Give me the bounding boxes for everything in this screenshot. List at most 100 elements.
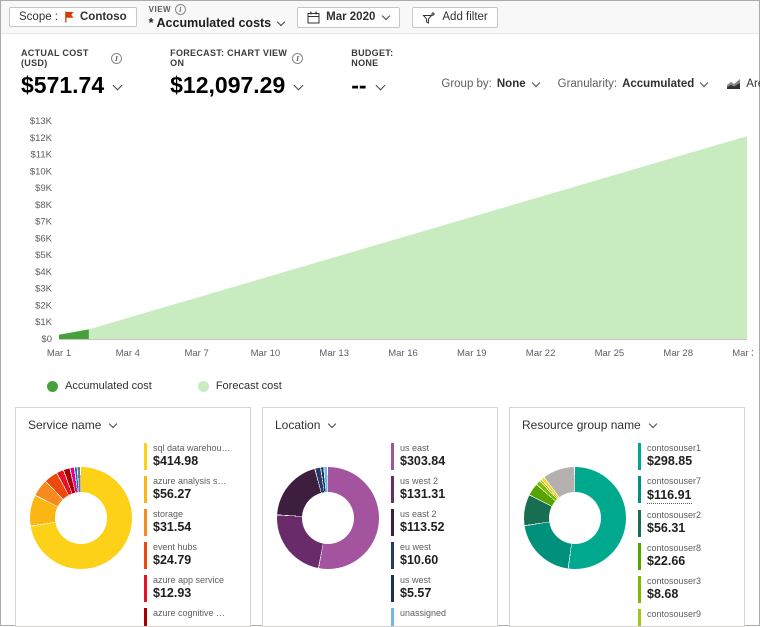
donut-chart-location[interactable] xyxy=(277,467,379,569)
panel-legend-item[interactable]: azure cognitive … xyxy=(144,608,240,627)
legend-item-name: contosouser8 xyxy=(647,543,701,553)
legend-color-bar xyxy=(391,575,394,602)
panel-legend: contosouser1$298.85contosouser7$116.91co… xyxy=(626,443,734,627)
panel-legend-item[interactable]: contosouser8$22.66 xyxy=(638,543,734,570)
x-axis-label: Mar 25 xyxy=(595,348,625,359)
group-by-dropdown[interactable]: Group by: None xyxy=(441,78,539,90)
legend-text: us west 2$131.31 xyxy=(400,476,445,503)
legend-item-name: us west 2 xyxy=(400,476,445,486)
chevron-down-icon xyxy=(109,419,117,427)
view-dropdown[interactable]: * Accumulated costs xyxy=(149,16,286,30)
y-axis-label: $10K xyxy=(30,166,53,177)
donut-chart-service-name[interactable] xyxy=(30,467,132,569)
legend-item-name: storage xyxy=(153,509,191,519)
panel-legend-item[interactable]: contosouser3$8.68 xyxy=(638,576,734,603)
legend-text: contosouser9 xyxy=(647,609,701,627)
panel-legend-item[interactable]: contosouser7 $116.91 xyxy=(638,476,734,504)
legend-item-name: unassigned xyxy=(400,608,446,618)
legend-text: sql data warehou…$414.98 xyxy=(153,443,231,470)
panel-title-dropdown[interactable]: Resource group name xyxy=(510,408,744,438)
panel-legend-item[interactable]: contosouser9 xyxy=(638,609,734,627)
info-icon[interactable]: i xyxy=(292,53,303,64)
chevron-down-icon xyxy=(113,81,123,91)
panel-legend-item[interactable]: sql data warehou…$414.98 xyxy=(144,443,240,470)
panel-legend-item[interactable]: contosouser1$298.85 xyxy=(638,443,734,470)
legend-text: us west$5.57 xyxy=(400,575,431,602)
panel-body: sql data warehou…$414.98 azure analysis s… xyxy=(16,438,250,627)
panel-legend-item[interactable]: azure app service$12.93 xyxy=(144,575,240,602)
legend-color-bar xyxy=(391,509,394,536)
chevron-down-icon xyxy=(382,11,390,19)
legend-item-value: $8.68 xyxy=(647,587,701,601)
legend-item-value: $303.84 xyxy=(400,454,445,468)
y-axis-label: $5K xyxy=(35,250,53,261)
kpi-label-row: BUDGET: NONE xyxy=(351,48,393,68)
legend-text: unassigned xyxy=(400,608,446,627)
panel-legend-item[interactable]: us east 2$113.52 xyxy=(391,509,487,536)
legend-text: azure cognitive … xyxy=(153,608,225,627)
view-value: * Accumulated costs xyxy=(149,16,272,30)
panel-legend-item[interactable]: unassigned xyxy=(391,608,487,627)
legend-item-name: azure analysis s… xyxy=(153,476,227,486)
panel-location: Location us east$303.84us west 2$131.31u… xyxy=(262,407,498,627)
info-icon[interactable]: i xyxy=(111,53,122,64)
calendar-icon xyxy=(307,11,320,24)
legend-item-value: $10.60 xyxy=(400,553,438,567)
kpi-budget: BUDGET: NONE -- xyxy=(351,48,393,99)
kpi-value-dropdown[interactable]: $571.74 xyxy=(21,72,122,99)
legend-item-name: us west xyxy=(400,575,431,585)
y-axis-label: $1K xyxy=(35,317,53,328)
add-filter-button[interactable]: Add filter xyxy=(412,7,497,28)
y-axis-label: $2K xyxy=(35,300,53,311)
granularity-dropdown[interactable]: Granularity: Accumulated xyxy=(558,78,709,90)
cost-chart-region: $0$1K$2K$3K$4K$5K$6K$7K$8K$9K$10K$11K$12… xyxy=(1,101,759,368)
x-axis-label: Mar 7 xyxy=(184,348,208,359)
panel-title-dropdown[interactable]: Service name xyxy=(16,408,250,438)
kpi-value: $571.74 xyxy=(21,72,104,99)
granularity-label: Granularity: xyxy=(558,78,617,90)
legend-item-name: contosouser2 xyxy=(647,510,701,520)
legend-item[interactable]: Forecast cost xyxy=(198,380,282,392)
add-filter-label: Add filter xyxy=(442,11,487,23)
panel-body: us east$303.84 us west 2$131.31 us east 2$… xyxy=(263,438,497,627)
panel-legend-item[interactable]: event hubs$24.79 xyxy=(144,542,240,569)
legend-color-bar xyxy=(144,608,147,627)
legend-text: event hubs$24.79 xyxy=(153,542,197,569)
y-axis-label: $12K xyxy=(30,133,53,144)
legend-item-name: us east xyxy=(400,443,445,453)
panel-legend-item[interactable]: us east$303.84 xyxy=(391,443,487,470)
chart-type-dropdown[interactable]: Area xyxy=(726,78,760,90)
kpi-label: BUDGET: NONE xyxy=(351,48,393,68)
date-picker-button[interactable]: Mar 2020 xyxy=(297,7,400,28)
y-axis-label: $13K xyxy=(30,116,53,127)
x-axis-label: Mar 1 xyxy=(47,348,71,359)
chart-controls: Group by: None Granularity: Accumulated … xyxy=(441,78,760,99)
legend-item-name: contosouser3 xyxy=(647,576,701,586)
panel-legend-item[interactable]: us west 2$131.31 xyxy=(391,476,487,503)
info-icon[interactable]: i xyxy=(175,4,186,15)
panel-service-name: Service name sql data warehou…$414.98 azu… xyxy=(15,407,251,627)
scope-button[interactable]: Scope : Contoso xyxy=(9,7,137,27)
area-series-accumulated-cost xyxy=(59,329,89,339)
donut-chart-resource-group[interactable] xyxy=(524,467,626,569)
legend-item-value: $24.79 xyxy=(153,553,197,567)
legend-item-name: contosouser7 xyxy=(647,476,701,486)
legend-item-value: $131.31 xyxy=(400,487,445,501)
kpi-value-dropdown[interactable]: $12,097.29 xyxy=(170,72,303,99)
kpi-label-row: ACTUAL COST (USD) i xyxy=(21,48,122,68)
scope-value: Contoso xyxy=(80,11,127,23)
kpi-value-dropdown[interactable]: -- xyxy=(351,72,393,99)
panel-legend-item[interactable]: contosouser2$56.31 xyxy=(638,510,734,537)
panel-legend-item[interactable]: us west$5.57 xyxy=(391,575,487,602)
panel-legend-item[interactable]: eu west$10.60 xyxy=(391,542,487,569)
legend-item[interactable]: Accumulated cost xyxy=(47,380,152,392)
panel-legend-item[interactable]: azure analysis s…$56.27 xyxy=(144,476,240,503)
panel-legend-item[interactable]: storage$31.54 xyxy=(144,509,240,536)
panel-title-dropdown[interactable]: Location xyxy=(263,408,497,438)
legend-color-bar xyxy=(391,443,394,470)
y-axis-label: $9K xyxy=(35,183,53,194)
chevron-down-icon xyxy=(375,81,385,91)
legend-item-value: $116.91 xyxy=(647,488,692,504)
legend-item-value: $12.93 xyxy=(153,586,224,600)
filter-plus-icon xyxy=(422,11,436,24)
